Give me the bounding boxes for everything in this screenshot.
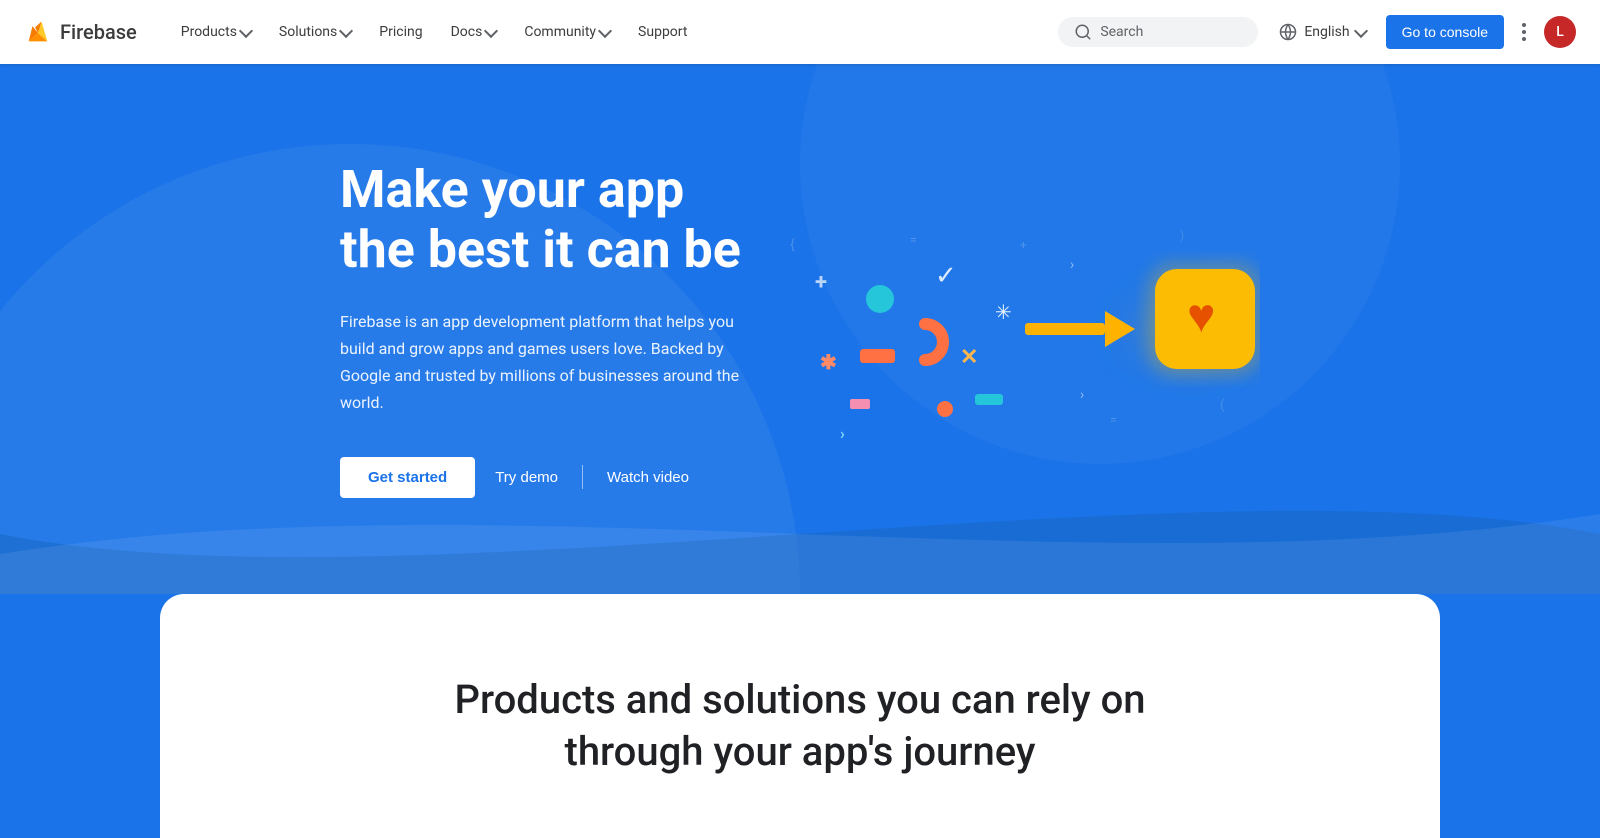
svg-text:✳: ✳ <box>995 300 1012 324</box>
firebase-logo[interactable]: Firebase <box>24 18 137 46</box>
hero-description: Firebase is an app development platform … <box>340 308 760 417</box>
chevron-down-icon <box>339 23 353 37</box>
hero-section: Make your app the best it can be Firebas… <box>0 64 1600 594</box>
svg-text:✱: ✱ <box>820 350 837 374</box>
hero-title: Make your app the best it can be <box>340 160 760 280</box>
svg-text:+: + <box>815 270 827 295</box>
hero-content: Make your app the best it can be Firebas… <box>100 139 1500 519</box>
products-card: Products and solutions you can rely on t… <box>160 594 1440 838</box>
firebase-flame-icon <box>24 18 52 46</box>
button-divider <box>582 465 583 489</box>
search-bar[interactable]: Search <box>1058 17 1258 47</box>
svg-text:(: ( <box>1220 397 1225 413</box>
svg-text:♥: ♥ <box>1187 287 1216 344</box>
language-selector[interactable]: English <box>1270 16 1373 48</box>
avatar[interactable]: L <box>1544 16 1576 48</box>
nav-pricing[interactable]: Pricing <box>367 16 434 48</box>
hero-illustration-svg: + ✱ › ✓ ✕ <box>760 169 1260 489</box>
nav-solutions[interactable]: Solutions <box>267 16 363 48</box>
get-started-button[interactable]: Get started <box>340 457 475 498</box>
language-label: English <box>1304 24 1349 40</box>
chevron-down-icon <box>1354 23 1368 37</box>
chevron-down-icon <box>484 23 498 37</box>
logo-text: Firebase <box>60 20 137 44</box>
svg-text:›: › <box>840 424 845 443</box>
nav-support[interactable]: Support <box>626 16 699 48</box>
search-label: Search <box>1100 24 1143 40</box>
nav-community[interactable]: Community <box>512 16 622 48</box>
globe-icon <box>1278 22 1298 42</box>
try-demo-button[interactable]: Try demo <box>475 457 578 498</box>
chevron-down-icon <box>598 23 612 37</box>
hero-illustration: + ✱ › ✓ ✕ <box>760 139 1260 519</box>
go-to-console-button[interactable]: Go to console <box>1386 15 1504 49</box>
svg-text:+: + <box>1020 238 1027 252</box>
main-nav: Products Solutions Pricing Docs Communit… <box>169 16 1059 48</box>
svg-text:✕: ✕ <box>960 345 978 370</box>
svg-text:›: › <box>1080 387 1084 403</box>
chevron-down-icon <box>239 23 253 37</box>
bottom-section: Products and solutions you can rely on t… <box>0 594 1600 838</box>
svg-text:{: { <box>790 237 795 253</box>
hero-buttons: Get started Try demo Watch video <box>340 457 760 498</box>
svg-text:=: = <box>1110 413 1117 427</box>
more-options-button[interactable] <box>1516 15 1532 49</box>
watch-video-button[interactable]: Watch video <box>587 457 709 498</box>
nav-docs[interactable]: Docs <box>439 16 509 48</box>
svg-text:): ) <box>1180 228 1184 242</box>
svg-text:=: = <box>910 233 917 247</box>
navbar: Firebase Products Solutions Pricing Docs… <box>0 0 1600 64</box>
svg-text:›: › <box>1070 257 1074 273</box>
products-title: Products and solutions you can rely on t… <box>450 674 1150 778</box>
hero-text-block: Make your app the best it can be Firebas… <box>340 160 760 497</box>
navbar-right: Search English Go to console L <box>1058 15 1576 49</box>
svg-text:✓: ✓ <box>935 261 957 291</box>
search-icon <box>1074 23 1092 41</box>
nav-products[interactable]: Products <box>169 16 263 48</box>
